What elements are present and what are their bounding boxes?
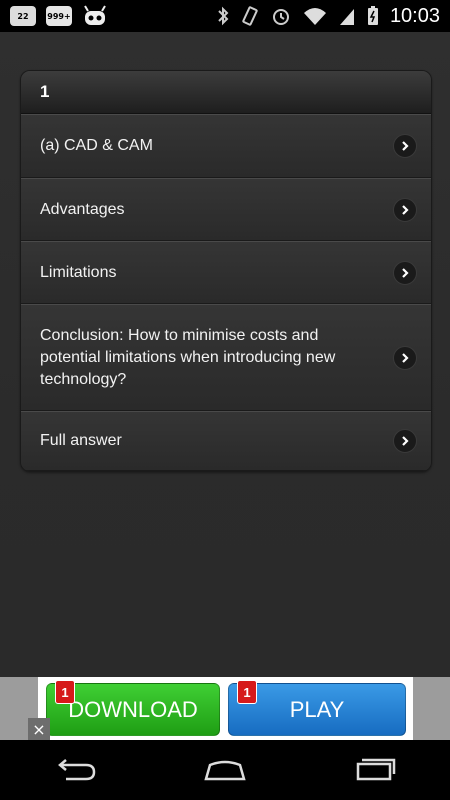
status-time: 10:03 bbox=[389, 4, 440, 27]
home-button[interactable] bbox=[195, 750, 255, 790]
chevron-right-icon bbox=[393, 260, 417, 285]
chevron-right-icon bbox=[393, 197, 417, 222]
wifi-icon bbox=[303, 8, 326, 25]
calendar-notification-count: 22 bbox=[10, 6, 36, 26]
chevron-right-icon bbox=[393, 134, 417, 158]
recent-apps-icon bbox=[356, 758, 396, 781]
list-item-label: Full answer bbox=[40, 432, 122, 449]
recent-apps-button[interactable] bbox=[345, 750, 405, 790]
ad-play-badge: 1 bbox=[237, 680, 257, 704]
rotation-icon bbox=[242, 6, 258, 26]
list-item-label: Advantages bbox=[40, 200, 125, 218]
navigation-bar bbox=[0, 740, 450, 800]
battery-icon bbox=[367, 6, 378, 25]
back-button[interactable] bbox=[45, 750, 105, 790]
calendar-notification-icon: 22 bbox=[10, 6, 36, 26]
list-header: 1 bbox=[21, 71, 431, 114]
list-item-advantages[interactable]: Advantages bbox=[21, 178, 431, 241]
ad-download-label: DOWNLOAD bbox=[68, 696, 198, 722]
chevron-right-icon bbox=[393, 345, 417, 370]
ad-download-button[interactable]: 1 DOWNLOAD bbox=[46, 680, 220, 736]
bluetooth-icon bbox=[218, 6, 229, 26]
list-item-full-answer[interactable]: Full answer bbox=[21, 411, 431, 471]
ad-play-button[interactable]: 1 PLAY bbox=[228, 680, 406, 736]
system-status-area: 10:03 bbox=[216, 5, 450, 28]
status-bar: 22 999+ 10:03 bbox=[0, 0, 450, 32]
list-item-cad-cam[interactable]: (a) CAD & CAM bbox=[21, 114, 431, 178]
ad-content: 1 DOWNLOAD 1 PLAY bbox=[38, 677, 413, 740]
android-robot-icon bbox=[84, 5, 106, 25]
ad-banner: 1 DOWNLOAD 1 PLAY bbox=[0, 677, 450, 740]
back-icon bbox=[58, 759, 96, 781]
list-item-label: Limitations bbox=[40, 263, 117, 281]
list-item-label: Conclusion: How to minimise costs and po… bbox=[40, 326, 336, 388]
home-icon bbox=[204, 760, 246, 781]
topic-list: 1 (a) CAD & CAM Advantages Limitations C… bbox=[20, 70, 432, 472]
ad-play-label: PLAY bbox=[289, 696, 345, 722]
signal-icon bbox=[339, 9, 354, 25]
messages-notification-icon: 999+ bbox=[46, 6, 72, 26]
list-item-limitations[interactable]: Limitations bbox=[21, 241, 431, 304]
alarm-icon bbox=[272, 9, 289, 25]
ad-close-button[interactable]: × bbox=[28, 718, 50, 740]
notification-area: 22 999+ bbox=[0, 5, 108, 27]
messages-notification-count: 999+ bbox=[46, 6, 72, 26]
ad-download-badge: 1 bbox=[55, 680, 75, 704]
list-item-conclusion[interactable]: Conclusion: How to minimise costs and po… bbox=[21, 304, 431, 411]
list-item-label: (a) CAD & CAM bbox=[40, 137, 153, 154]
chevron-right-icon bbox=[393, 429, 417, 453]
